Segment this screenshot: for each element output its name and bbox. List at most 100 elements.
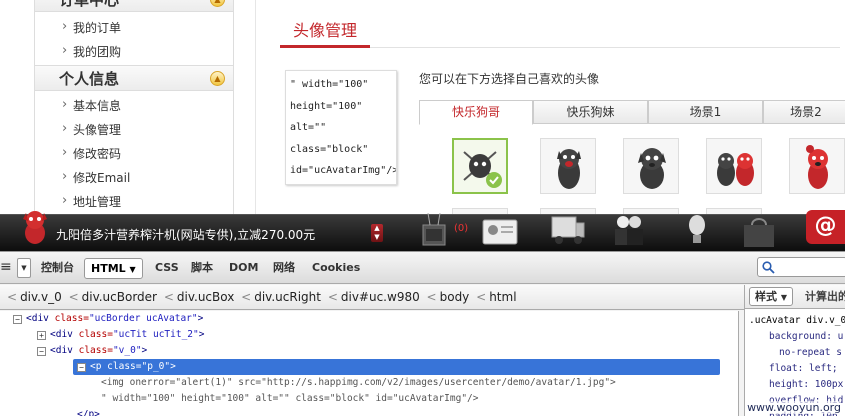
- devtools-search-input[interactable]: [757, 257, 845, 277]
- truck-icon[interactable]: [550, 211, 586, 247]
- tab-style[interactable]: 样式 ▼: [749, 287, 793, 306]
- tab-cookies[interactable]: Cookies: [312, 258, 360, 279]
- dog-avatar-icon: [557, 149, 581, 189]
- sidebar-item-label: 头像管理: [73, 123, 122, 137]
- sidebar-item-basic-info[interactable]: 基本信息: [35, 93, 233, 118]
- devtools-panel: ≡ ▼ 控制台 HTML ▼ CSS 脚本 DOM 网络 Cookies < di…: [0, 251, 845, 416]
- collapse-icon[interactable]: −: [13, 315, 22, 324]
- tab-html[interactable]: HTML ▼: [84, 258, 143, 279]
- chevron-down-icon: ▼: [780, 293, 787, 302]
- avatar-option-selected[interactable]: [452, 138, 508, 194]
- promo-text[interactable]: 九阳倍多汁营养榨汁机(网站专供),立减270.00元: [56, 226, 315, 243]
- avatar-hint: 您可以在下方选择自己喜欢的头像: [419, 72, 600, 86]
- collapse-arrow-icon[interactable]: ▲: [210, 71, 225, 86]
- sidebar-section-orders[interactable]: 订单中心 ▲: [35, 0, 233, 12]
- contact-at-button[interactable]: @: [806, 210, 845, 244]
- tree-text-line[interactable]: " width="100" height="100" alt="" class=…: [101, 391, 479, 407]
- css-rule-line[interactable]: .ucAvatar div.v_0: [749, 313, 845, 329]
- avatar-option[interactable]: [540, 138, 596, 194]
- expand-icon[interactable]: +: [37, 331, 46, 340]
- avatar-grid: [426, 130, 845, 214]
- breadcrumb-item[interactable]: div#uc.w980: [341, 290, 420, 304]
- dog-avatar-icon: [454, 140, 506, 192]
- tag-name: <div: [50, 345, 73, 356]
- tab-computed[interactable]: 计算出的: [805, 285, 845, 308]
- tv-icon[interactable]: [420, 213, 448, 249]
- sidebar-section-personal[interactable]: 个人信息 ▲: [35, 65, 233, 91]
- tree-node-p[interactable]: − <p class="p_0">: [77, 359, 176, 375]
- injected-code-box: " width="100" height="100" alt="" class=…: [285, 70, 397, 185]
- sidebar-item-address[interactable]: 地址管理: [35, 189, 233, 214]
- sidebar-item-my-orders[interactable]: 我的订单: [35, 15, 233, 40]
- code-line: " width="100": [290, 79, 369, 90]
- collapse-arrow-icon[interactable]: ▲: [210, 0, 225, 7]
- shopping-bag-icon[interactable]: [740, 215, 780, 249]
- promo-toolbar: 九阳倍多汁营养榨汁机(网站专供),立减270.00元 ▲ ▼ (0): [0, 211, 845, 251]
- sidebar-item-password[interactable]: 修改密码: [35, 141, 233, 166]
- tag-name: <p: [90, 361, 102, 372]
- sidebar-item-avatar[interactable]: 头像管理: [35, 117, 233, 142]
- user-center-sidebar: 订单中心 ▲ 我的订单 我的团购 个人信息 ▲ 基本信息 头像管理 修改密码 修…: [34, 0, 234, 214]
- breadcrumb-item[interactable]: div.ucRight: [254, 290, 321, 304]
- selected-node-highlight: − <p class="p_0">: [73, 359, 720, 375]
- avatar-option[interactable]: [706, 138, 762, 194]
- css-rule-line[interactable]: height: 100px: [749, 377, 845, 393]
- tab-script[interactable]: 脚本: [191, 258, 213, 279]
- attr-value[interactable]: "ucBorder ucAvatar": [89, 313, 198, 324]
- tree-node-div[interactable]: − <div class="v_0">: [37, 343, 147, 359]
- tag-name: <div: [50, 329, 73, 340]
- inspect-dropdown-icon[interactable]: ▼: [17, 258, 31, 278]
- code-line: id="ucAvatarImg"/>: [290, 165, 397, 176]
- message-count-badge[interactable]: (0): [454, 223, 468, 234]
- mascot-dog-icon[interactable]: [20, 207, 50, 247]
- code-line: alt="": [290, 122, 327, 133]
- users-icon[interactable]: [612, 211, 646, 247]
- breadcrumb-item[interactable]: div.ucBorder: [82, 290, 157, 304]
- avatar-tabs: 快乐狗哥 快乐狗妹 场景1 场景2: [419, 100, 845, 125]
- lightbulb-icon[interactable]: [686, 213, 708, 247]
- breadcrumb-item[interactable]: html: [489, 290, 516, 304]
- id-card-icon[interactable]: [482, 217, 518, 247]
- css-rule-line[interactable]: background: u: [749, 329, 845, 345]
- tab-happy-dog-boy[interactable]: 快乐狗哥: [419, 100, 533, 125]
- attr-name: class=: [101, 361, 142, 372]
- collapse-icon[interactable]: −: [77, 363, 86, 372]
- tag-close: >: [198, 329, 205, 340]
- sidebar-section-personal-title: 个人信息: [59, 70, 120, 88]
- css-rules: .ucAvatar div.v_0 background: u no-repeat …: [745, 309, 845, 416]
- menu-icon[interactable]: ≡: [0, 259, 12, 277]
- style-side-panel: 样式 ▼ 计算出的 .ucAvatar div.v_0 background: u…: [744, 285, 845, 416]
- attr-value[interactable]: "p_0": [142, 361, 171, 372]
- tree-node-div[interactable]: + <div class="ucTit ucTit_2">: [37, 327, 204, 343]
- search-icon: [762, 261, 775, 274]
- promo-scroll-arrows-icon[interactable]: ▲ ▼: [371, 224, 383, 242]
- css-rule-line[interactable]: float: left;: [749, 361, 845, 377]
- code-line: height="100": [290, 100, 363, 112]
- attr-value[interactable]: "v_0": [113, 345, 142, 356]
- attr-value[interactable]: "ucTit ucTit_2": [113, 329, 199, 340]
- breadcrumb-item[interactable]: body: [440, 290, 470, 304]
- collapse-icon[interactable]: −: [37, 347, 46, 356]
- chevron-down-icon: ▼: [129, 265, 136, 274]
- devtools-toolbar: ≡ ▼ 控制台 HTML ▼ CSS 脚本 DOM 网络 Cookies: [0, 252, 845, 284]
- attr-name: class=: [72, 345, 113, 356]
- tab-happy-dog-girl[interactable]: 快乐狗妹: [533, 100, 648, 124]
- tab-network[interactable]: 网络: [273, 258, 295, 279]
- tree-text-line[interactable]: </p>: [77, 407, 100, 416]
- avatar-option[interactable]: [789, 138, 845, 194]
- tab-console[interactable]: 控制台: [41, 258, 74, 279]
- tree-text-line[interactable]: <img onerror="alert(1)" src="http://s.ha…: [101, 375, 616, 391]
- tab-scene-2[interactable]: 场景2: [763, 100, 845, 124]
- tab-dom[interactable]: DOM: [229, 258, 258, 279]
- sidebar-item-my-group-buys[interactable]: 我的团购: [35, 39, 233, 64]
- tab-scene-1[interactable]: 场景1: [648, 100, 763, 124]
- avatar-option[interactable]: [623, 138, 679, 194]
- sidebar-item-email[interactable]: 修改Email: [35, 165, 233, 190]
- css-rule-line[interactable]: no-repeat s: [749, 345, 845, 361]
- breadcrumb-item[interactable]: div.v_0: [20, 290, 62, 304]
- sidebar-section-orders-title: 订单中心: [59, 0, 120, 9]
- main-content: 头像管理 " width="100" height="100" alt="" c…: [255, 0, 845, 214]
- tab-css[interactable]: CSS: [155, 258, 179, 279]
- breadcrumb-item[interactable]: div.ucBox: [177, 290, 234, 304]
- tree-node-div[interactable]: − <div class="ucBorder ucAvatar">: [13, 311, 203, 327]
